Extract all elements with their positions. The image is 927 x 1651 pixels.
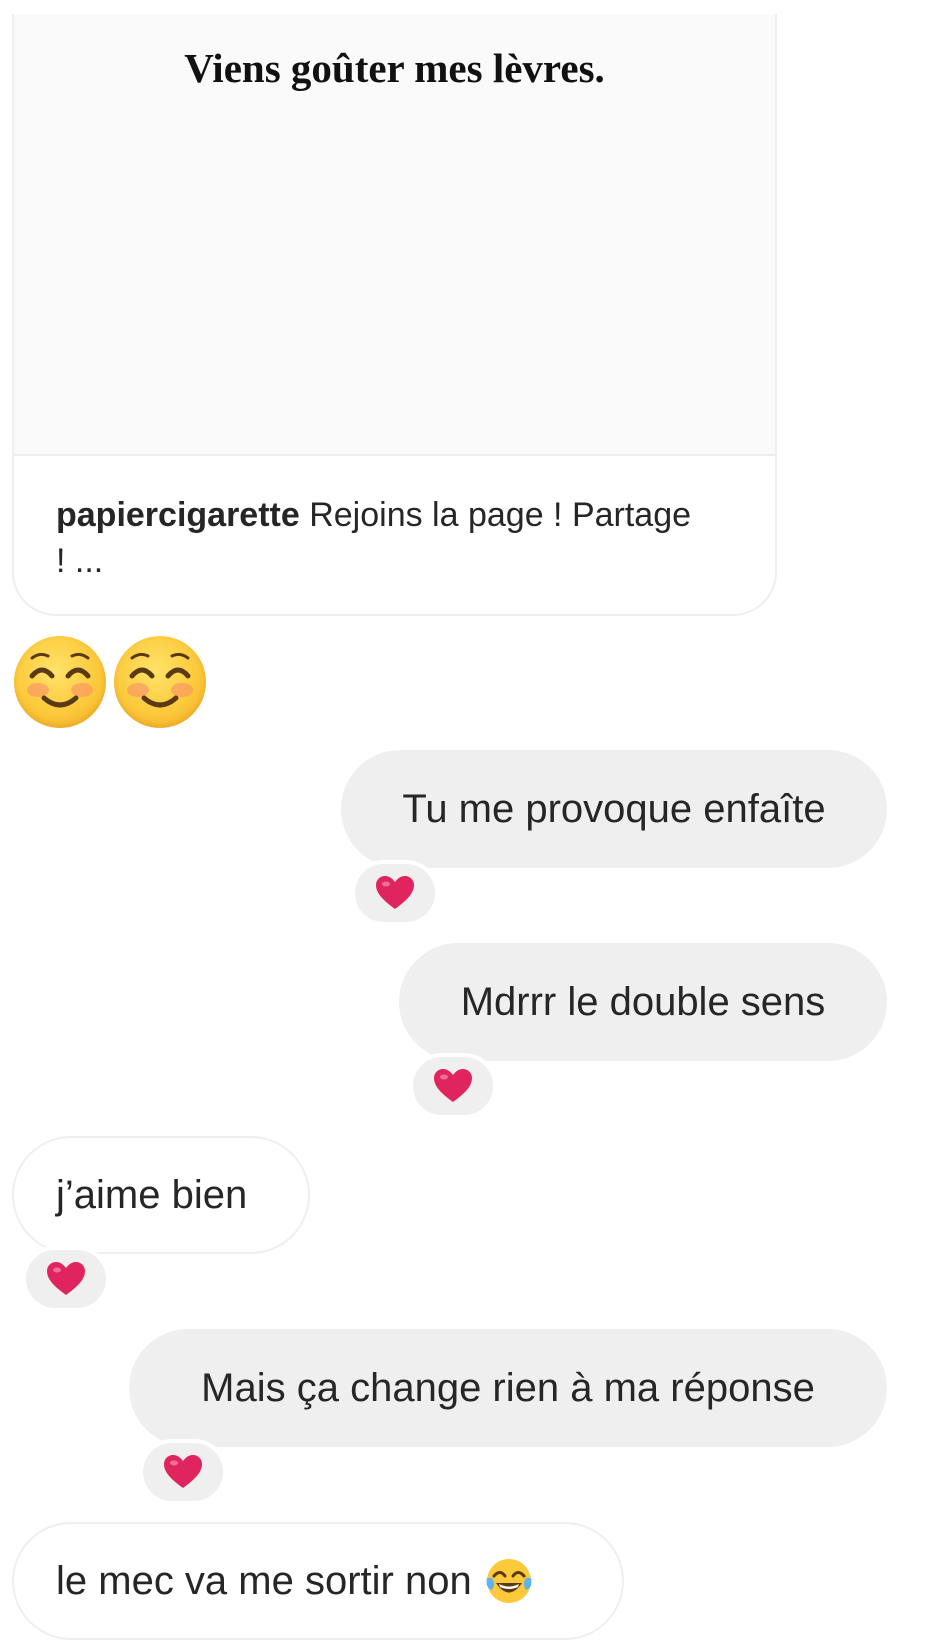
message-text: le mec va me sortir non [56,1558,472,1603]
smiling-face-with-smiling-eyes-icon [14,636,106,728]
message-reaction[interactable] [351,860,439,926]
shared-post-card[interactable]: Viens goûter mes lèvres. papiercigarette… [12,14,777,616]
red-heart-icon [164,1455,202,1488]
message-reaction[interactable] [139,1439,227,1505]
message-reaction[interactable] [409,1053,497,1119]
message-bubble-outgoing[interactable]: Mais ça change rien à ma réponse [129,1329,887,1447]
red-heart-icon [47,1262,85,1295]
emoji-message[interactable] [14,636,206,732]
red-heart-icon [376,876,414,909]
message-reaction[interactable] [22,1246,110,1312]
message-bubble-outgoing[interactable]: Mdrrr le double sens [399,943,887,1061]
message-text: j’aime bien [56,1172,248,1217]
message-text: Tu me provoque enfaîte [402,786,826,831]
message-bubble-incoming[interactable]: le mec va me sortir non [12,1522,624,1640]
shared-post-image[interactable]: Viens goûter mes lèvres. [14,14,775,456]
message-bubble-outgoing[interactable]: Tu me provoque enfaîte [341,750,887,868]
post-caption: papiercigarette Rejoins la page ! Partag… [56,492,696,584]
message-bubble-incoming[interactable]: j’aime bien [12,1136,310,1254]
post-quote-text: Viens goûter mes lèvres. [184,45,605,91]
post-username[interactable]: papiercigarette [56,496,300,534]
smiling-face-with-smiling-eyes-icon [114,636,206,728]
message-text: Mais ça change rien à ma réponse [201,1365,815,1410]
red-heart-icon [434,1069,472,1102]
face-with-tears-of-joy-icon [484,1556,534,1606]
message-text: Mdrrr le double sens [460,979,826,1024]
